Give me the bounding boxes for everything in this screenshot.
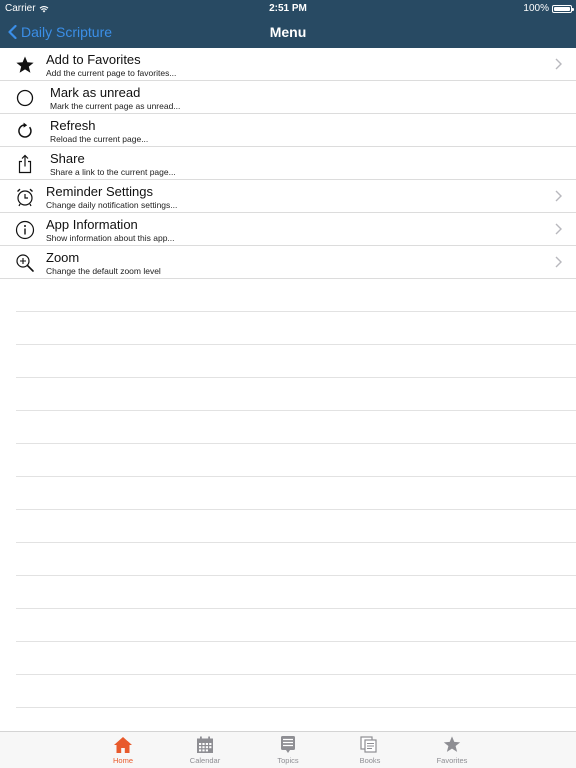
chevron-right-icon bbox=[555, 256, 562, 268]
empty-row bbox=[16, 675, 576, 708]
page-title: Menu bbox=[269, 24, 307, 40]
tab-favorites[interactable]: Favorites bbox=[427, 734, 477, 765]
tab-label: Favorites bbox=[436, 756, 468, 765]
empty-row bbox=[16, 510, 576, 543]
menu-list: Add to Favorites Add the current page to… bbox=[0, 48, 576, 708]
menu-item-title: Zoom bbox=[46, 250, 80, 265]
tab-label: Home bbox=[112, 756, 133, 765]
menu-item-subtitle: Add the current page to favorites... bbox=[46, 68, 177, 78]
empty-row bbox=[16, 444, 576, 477]
empty-row bbox=[16, 345, 576, 378]
tab-label: Calendar bbox=[189, 756, 221, 765]
battery-icon bbox=[552, 4, 574, 13]
tab-calendar[interactable]: Calendar bbox=[180, 734, 230, 765]
tab-books[interactable]: Books bbox=[345, 734, 395, 765]
menu-item-subtitle: Change the default zoom level bbox=[46, 266, 161, 276]
menu-item-app-information[interactable]: App Information Show information about t… bbox=[0, 213, 576, 246]
chevron-right-icon bbox=[555, 58, 562, 70]
topics-icon bbox=[281, 736, 295, 753]
chevron-right-icon bbox=[555, 190, 562, 202]
circle-icon bbox=[14, 88, 36, 108]
menu-item-title: App Information bbox=[46, 217, 138, 232]
tab-label: Topics bbox=[277, 756, 299, 765]
status-time: 2:51 PM bbox=[269, 3, 307, 14]
menu-item-refresh[interactable]: Refresh Reload the current page... bbox=[0, 114, 576, 147]
info-icon bbox=[14, 220, 36, 240]
menu-item-zoom[interactable]: Zoom Change the default zoom level bbox=[0, 246, 576, 279]
empty-row bbox=[16, 279, 576, 312]
menu-item-title: Share bbox=[50, 151, 85, 166]
empty-row bbox=[16, 609, 576, 642]
status-bar: Carrier 2:51 PM 100% bbox=[0, 0, 576, 16]
refresh-icon bbox=[14, 121, 36, 141]
tab-label: Books bbox=[359, 756, 381, 765]
tab-topics[interactable]: Topics bbox=[263, 734, 313, 765]
menu-item-subtitle: Change daily notification settings... bbox=[46, 200, 178, 210]
chevron-right-icon bbox=[555, 223, 562, 235]
star-icon bbox=[14, 55, 36, 75]
menu-item-subtitle: Share a link to the current page... bbox=[50, 167, 176, 177]
empty-row bbox=[16, 378, 576, 411]
menu-item-mark-as-unread[interactable]: Mark as unread Mark the current page as … bbox=[0, 81, 576, 114]
alarm-clock-icon bbox=[14, 187, 36, 207]
menu-item-subtitle: Mark the current page as unread... bbox=[50, 101, 181, 111]
menu-item-add-to-favorites[interactable]: Add to Favorites Add the current page to… bbox=[0, 48, 576, 81]
tab-home[interactable]: Home bbox=[98, 734, 148, 765]
share-icon bbox=[14, 154, 36, 174]
empty-row bbox=[16, 411, 576, 444]
menu-item-subtitle: Show information about this app... bbox=[46, 233, 175, 243]
menu-item-title: Refresh bbox=[50, 118, 96, 133]
menu-item-share[interactable]: Share Share a link to the current page..… bbox=[0, 147, 576, 180]
menu-item-reminder-settings[interactable]: Reminder Settings Change daily notificat… bbox=[0, 180, 576, 213]
menu-item-title: Add to Favorites bbox=[46, 52, 141, 67]
zoom-icon bbox=[14, 253, 36, 273]
tab-bar: Home Calendar Topics Books Favorites bbox=[0, 731, 576, 768]
battery-percent: 100% bbox=[523, 3, 549, 14]
menu-item-title: Mark as unread bbox=[50, 85, 141, 100]
home-icon bbox=[114, 736, 132, 753]
star-icon bbox=[443, 736, 461, 752]
books-icon bbox=[360, 735, 377, 753]
empty-row bbox=[16, 477, 576, 510]
menu-item-title: Reminder Settings bbox=[46, 184, 153, 199]
calendar-icon bbox=[197, 736, 213, 753]
menu-item-subtitle: Reload the current page... bbox=[50, 134, 149, 144]
empty-row bbox=[16, 576, 576, 609]
empty-row bbox=[16, 312, 576, 345]
battery-indicator: 100% bbox=[523, 3, 574, 14]
empty-row bbox=[16, 543, 576, 576]
empty-row bbox=[16, 642, 576, 675]
navigation-bar: Daily Scripture Menu bbox=[0, 16, 576, 48]
